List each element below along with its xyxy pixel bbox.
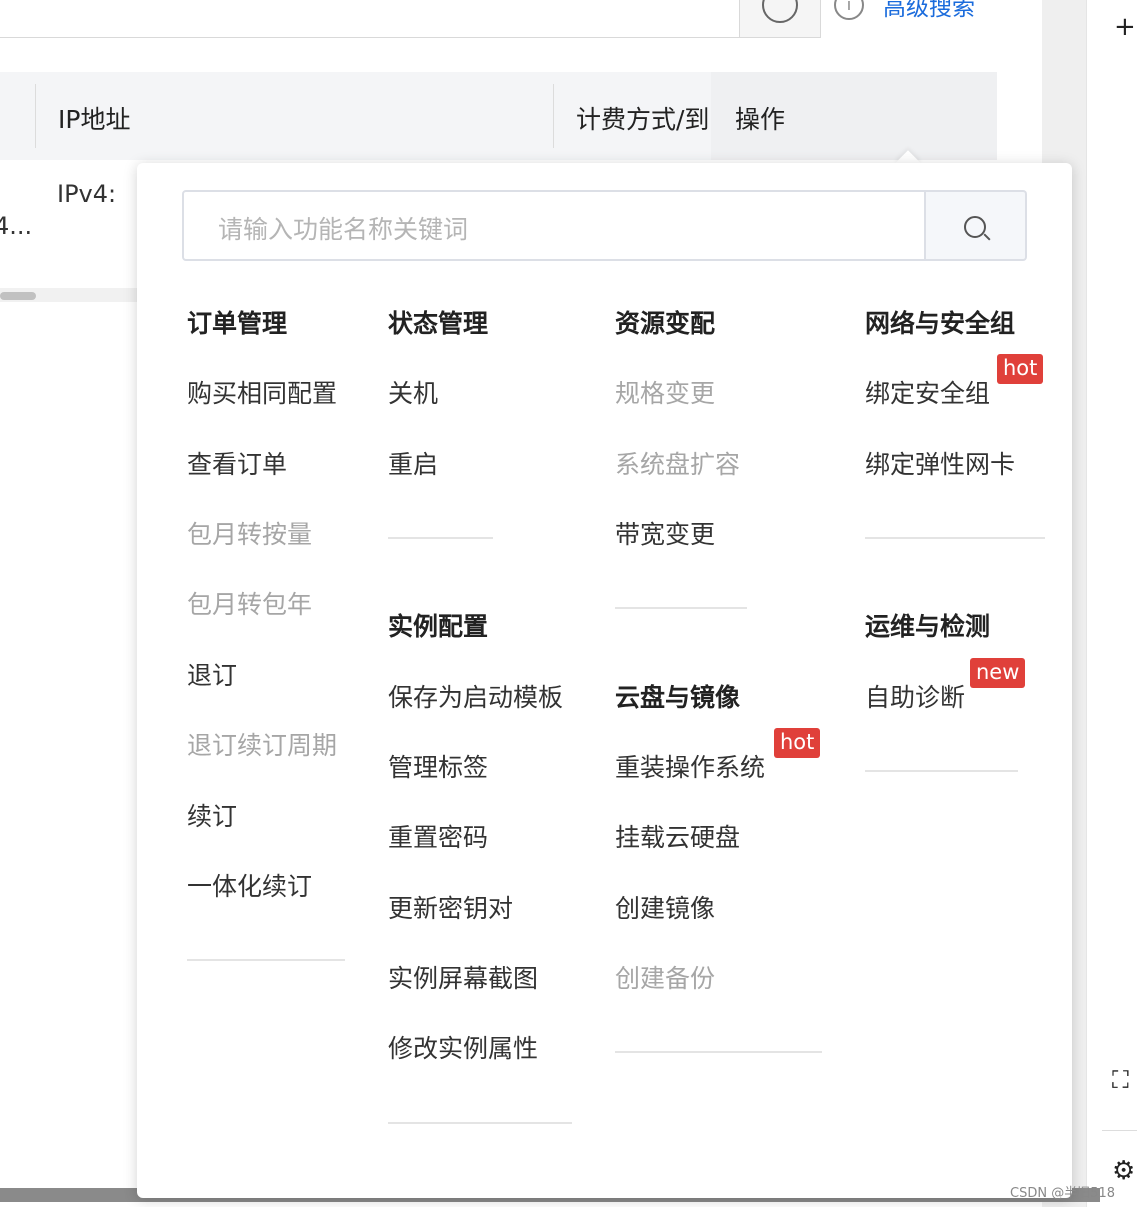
group-title-network-security: 网络与安全组 xyxy=(865,309,1016,338)
rail-divider xyxy=(1102,1130,1137,1131)
group-title-ops-detection: 运维与检测 xyxy=(865,612,991,641)
group-separator xyxy=(388,537,493,539)
group-title-instance-config: 实例配置 xyxy=(388,612,489,641)
row-truncated-text: 4... xyxy=(0,212,33,240)
function-search-input[interactable]: 请输入功能名称关键词 xyxy=(182,190,926,261)
group-separator xyxy=(187,959,345,961)
menu-item-reset-password[interactable]: 重置密码 xyxy=(388,818,488,854)
menu-item-spec-change: 规格变更 xyxy=(615,379,716,408)
group-title-disk-image: 云盘与镜像 xyxy=(615,683,741,712)
menu-item-monthly-to-yearly: 包月转包年 xyxy=(187,590,313,619)
menu-item-unsubscribe[interactable]: 退订 xyxy=(187,656,237,692)
header-ip-address: IP地址 xyxy=(58,105,131,134)
menu-item-update-keypair[interactable]: 更新密钥对 xyxy=(388,889,513,925)
group-title-order: 订单管理 xyxy=(187,309,288,338)
side-rail xyxy=(1086,0,1137,1207)
instance-search-button[interactable] xyxy=(739,0,821,38)
menu-item-manage-tags[interactable]: 管理标签 xyxy=(388,748,488,784)
group-title-state: 状态管理 xyxy=(388,309,489,338)
scrollbar-thumb[interactable] xyxy=(0,292,36,300)
menu-item-shutdown[interactable]: 关机 xyxy=(388,374,438,410)
menu-item-restart[interactable]: 重启 xyxy=(388,445,438,481)
menu-item-save-launch-template[interactable]: 保存为启动模板 xyxy=(388,678,563,714)
group-separator xyxy=(388,1122,572,1124)
column-separator[interactable] xyxy=(35,84,36,148)
hot-badge: hot xyxy=(997,354,1044,384)
hot-badge: hot xyxy=(774,728,821,758)
menu-item-bandwidth-change[interactable]: 带宽变更 xyxy=(615,515,715,551)
menu-item-system-disk-expand: 系统盘扩容 xyxy=(615,450,741,479)
group-separator xyxy=(865,770,1018,772)
header-operation: 操作 xyxy=(735,105,786,134)
search-icon xyxy=(762,0,798,23)
search-icon xyxy=(964,216,986,238)
menu-item-instance-screenshot[interactable]: 实例屏幕截图 xyxy=(388,959,538,995)
group-separator xyxy=(615,1051,822,1053)
new-badge: new xyxy=(970,658,1026,688)
advanced-search-link[interactable]: 高级搜索 xyxy=(883,0,975,22)
screenshot-cut-icon[interactable]: ⛶ xyxy=(1112,1068,1129,1092)
menu-item-mount-cloud-disk[interactable]: 挂载云硬盘 xyxy=(615,818,740,854)
row-ipv4-label: IPv4: xyxy=(57,180,117,208)
group-separator xyxy=(615,607,747,609)
menu-item-renew[interactable]: 续订 xyxy=(187,797,237,833)
menu-item-create-image[interactable]: 创建镜像 xyxy=(615,889,715,925)
menu-item-self-diagnosis[interactable]: 自助诊断 xyxy=(865,678,965,714)
instance-search-input[interactable] xyxy=(0,0,740,38)
group-separator xyxy=(865,537,1045,539)
menu-item-bind-security-group[interactable]: 绑定安全组 xyxy=(865,374,990,410)
menu-item-modify-instance-attr[interactable]: 修改实例属性 xyxy=(388,1029,538,1065)
menu-item-view-order[interactable]: 查看订单 xyxy=(187,445,287,481)
menu-item-buy-same-config[interactable]: 购买相同配置 xyxy=(187,374,337,410)
menu-item-bind-elastic-nic[interactable]: 绑定弹性网卡 xyxy=(865,445,1015,481)
menu-item-unsubscribe-renew-period: 退订续订周期 xyxy=(187,731,338,760)
plus-icon[interactable]: + xyxy=(1114,14,1136,40)
menu-item-monthly-to-payg: 包月转按量 xyxy=(187,520,313,549)
menu-item-reinstall-os[interactable]: 重装操作系统 xyxy=(615,748,765,784)
header-billing: 计费方式/到 xyxy=(576,105,710,134)
function-search-button[interactable] xyxy=(926,190,1027,261)
menu-item-integrated-renew[interactable]: 一体化续订 xyxy=(187,867,312,903)
column-separator[interactable] xyxy=(553,84,554,148)
group-title-resource-change: 资源变配 xyxy=(615,309,716,338)
gear-icon[interactable]: ⚙ xyxy=(1112,1158,1135,1184)
menu-item-create-backup: 创建备份 xyxy=(615,964,716,993)
watermark: CSDN @半旧518 xyxy=(1010,1186,1116,1201)
